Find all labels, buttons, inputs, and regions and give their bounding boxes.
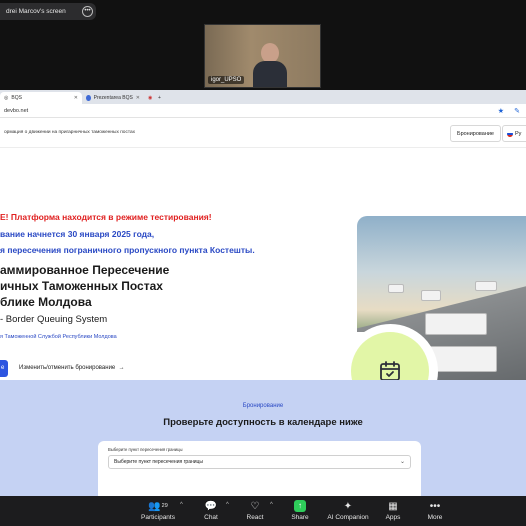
hero-heading-line-3: блике Молдова xyxy=(0,295,92,309)
apps-grid-icon: ▦ xyxy=(388,500,398,512)
tab-label: Prezentarea BQS xyxy=(93,95,133,101)
participant-name: igor_UPSO xyxy=(208,76,245,84)
react-caret-icon[interactable]: ^ xyxy=(270,502,273,508)
flag-icon xyxy=(507,130,513,137)
hero-heading-line-1: аммированное Пересечение xyxy=(0,263,170,277)
url-text: devbo.net xyxy=(4,107,29,114)
zoom-toolbar: 👥 29 Participants ^ 💬 Chat ^ ♡ React ^ ↑… xyxy=(0,496,526,526)
browser-tab-extra[interactable]: ◉ xyxy=(144,92,154,104)
share-arrow-icon: ↑ xyxy=(294,500,306,512)
crossing-select-value: Выберите пункт пересечения границы xyxy=(114,459,203,465)
site-tagline: ормация о движении на пригарничных тамож… xyxy=(4,130,136,135)
share-button[interactable]: ↑ Share xyxy=(285,499,315,525)
cta-label: е xyxy=(1,365,5,371)
tab-label: BQS xyxy=(11,95,22,101)
close-tab-icon[interactable]: ✕ xyxy=(136,95,140,101)
share-label: drei Marcov's screen xyxy=(6,8,66,15)
browser-tab-strip: ◎ BQS ✕ Prezentarea BQS ✕ ◉ + xyxy=(0,90,526,104)
site-header: ормация о движении на пригарничных тамож… xyxy=(0,118,526,148)
booking-button[interactable]: Бронирование xyxy=(449,125,501,142)
ai-companion-button[interactable]: ✦ AI Companion xyxy=(326,499,370,525)
close-tab-icon[interactable]: ✕ xyxy=(74,95,78,101)
hero-subtitle: - Border Queuing System xyxy=(0,314,108,325)
browser-tab-prezentarea[interactable]: Prezentarea BQS ✕ xyxy=(82,92,144,104)
arrow-right-icon: → xyxy=(116,365,125,371)
participant-video-tile[interactable]: igor_UPSO xyxy=(204,24,321,88)
address-bar[interactable]: devbo.net ★ ✎ xyxy=(0,104,526,118)
participants-icon: 👥 xyxy=(148,500,161,512)
crossing-select-label: Выберите пункт пересечения границы xyxy=(108,447,183,452)
warning-line-1: E! Платформа находится в режиме тестиров… xyxy=(0,212,212,222)
crossing-point-select[interactable]: Выберите пункт пересечения границы ⌄ xyxy=(108,455,411,469)
warning-line-2: вание начнется 30 января 2025 года, xyxy=(0,229,155,239)
apps-button[interactable]: ▦ Apps xyxy=(378,499,408,525)
browser-tab-bqs[interactable]: ◎ BQS ✕ xyxy=(0,92,82,104)
chat-icon: 💬 xyxy=(204,500,218,512)
language-button[interactable]: Ру xyxy=(502,125,526,142)
shared-browser-window: ◎ BQS ✕ Prezentarea BQS ✕ ◉ + devbo.net … xyxy=(0,90,526,501)
tab-favicon-icon xyxy=(86,95,91,101)
booking-section: Бронирование Проверьте доступность в кал… xyxy=(0,380,526,501)
booking-section-title: Проверьте доступность в календаре ниже xyxy=(163,417,363,428)
heart-icon: ♡ xyxy=(250,500,260,512)
more-options-icon[interactable]: ••• xyxy=(82,6,93,17)
more-button[interactable]: ••• More xyxy=(420,499,450,525)
share-label: Share xyxy=(291,514,309,521)
bookmark-star-icon[interactable]: ★ xyxy=(498,107,504,115)
chat-button[interactable]: 💬 Chat xyxy=(196,499,226,525)
book-cta-button[interactable]: е xyxy=(0,360,8,377)
participants-button[interactable]: 👥 29 Participants xyxy=(138,499,178,525)
edit-icon[interactable]: ✎ xyxy=(514,107,520,115)
new-tab-button[interactable]: + xyxy=(154,92,165,104)
booking-card: Выберите пункт пересечения границы Выбер… xyxy=(98,441,421,501)
warning-line-3: я пересечения пограничного пропускного п… xyxy=(0,245,255,255)
manage-booking-label: Изменить/отменить бронирование xyxy=(19,365,116,371)
more-dots-icon: ••• xyxy=(429,500,441,512)
participant-figure xyxy=(253,43,287,87)
apps-label: Apps xyxy=(385,514,401,521)
react-label: React xyxy=(246,514,264,521)
hero-heading-line-2: ичных Таможенных Постах xyxy=(0,279,163,293)
manage-booking-link[interactable]: Изменить/отменить бронирование → xyxy=(19,365,125,371)
more-label: More xyxy=(427,514,443,521)
plus-icon: + xyxy=(158,95,161,101)
chat-caret-icon[interactable]: ^ xyxy=(226,502,229,508)
ai-companion-label: AI Companion xyxy=(327,514,369,521)
language-label: Ру xyxy=(515,130,522,137)
chat-label: Chat xyxy=(204,514,218,521)
record-icon: ◉ xyxy=(148,95,153,101)
screen-share-indicator[interactable]: drei Marcov's screen ••• xyxy=(0,3,96,20)
booking-section-label: Бронирование xyxy=(242,403,284,409)
chevron-down-icon: ⌄ xyxy=(399,459,405,465)
sparkle-icon: ✦ xyxy=(343,500,353,512)
react-button[interactable]: ♡ React xyxy=(240,499,270,525)
support-text: я Таможенной Службой Республики Молдова xyxy=(0,334,117,340)
participants-count: 29 xyxy=(161,503,168,509)
hero-section: E! Платформа находится в режиме тестиров… xyxy=(0,148,526,419)
participants-caret-icon[interactable]: ^ xyxy=(180,502,183,508)
globe-icon: ◎ xyxy=(4,95,9,101)
participants-label: Participants xyxy=(141,514,175,521)
